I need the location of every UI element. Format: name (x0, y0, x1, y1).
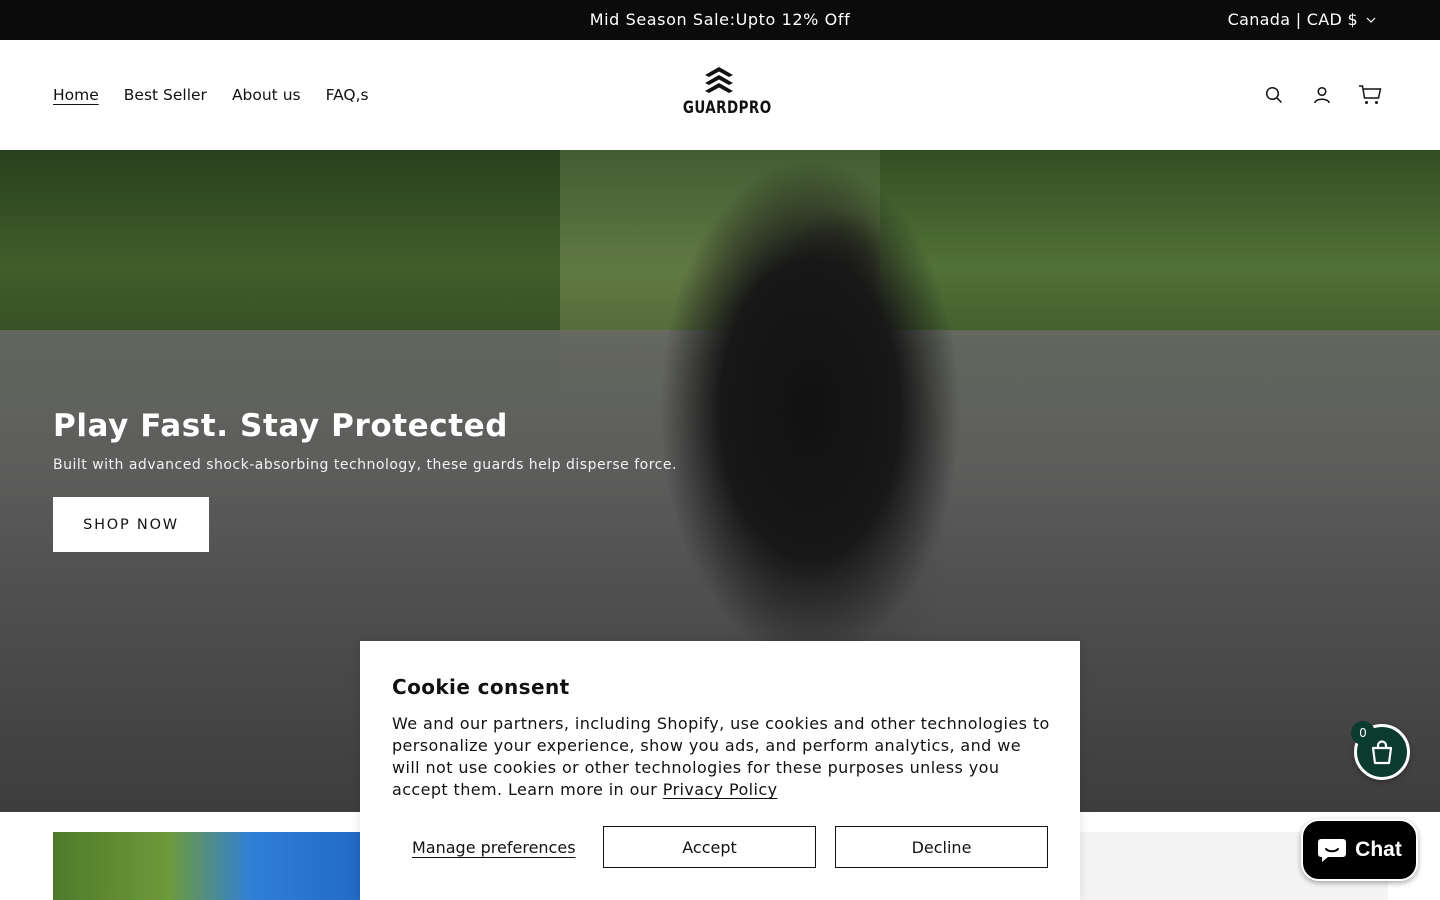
main-nav: Home Best Seller About us FAQ,s (53, 40, 369, 150)
cart-count-badge: 0 (1351, 721, 1375, 745)
manage-preferences-link[interactable]: Manage preferences (412, 827, 576, 869)
locale-label: Canada | CAD $ (1227, 10, 1358, 29)
nav-best-seller[interactable]: Best Seller (124, 86, 207, 104)
chevron-down-icon (1366, 17, 1376, 23)
announcement-message: Mid Season Sale:Upto 12% Off (589, 10, 851, 29)
chat-bubble-icon (1318, 839, 1347, 862)
cookie-body: We and our partners, including Shopify, … (392, 713, 1052, 801)
hero-title: Play Fast. Stay Protected (53, 408, 509, 444)
logo-mark-icon (705, 67, 733, 93)
header-actions (1262, 40, 1382, 150)
decline-button[interactable]: Decline (835, 826, 1048, 868)
shopping-bag-icon (1371, 740, 1393, 765)
privacy-policy-link[interactable]: Privacy Policy (663, 780, 778, 799)
chat-label: Chat (1355, 838, 1402, 861)
collection-card-image[interactable] (53, 832, 383, 900)
country-currency-selector[interactable]: Canada | CAD $ (1228, 0, 1376, 40)
account-icon[interactable] (1310, 83, 1334, 107)
announcement-bar: Mid Season Sale:Upto 12% Off Canada | CA… (0, 0, 1440, 40)
cookie-title: Cookie consent (392, 675, 570, 699)
nav-faqs[interactable]: FAQ,s (326, 86, 369, 104)
chat-button[interactable]: Chat (1301, 819, 1418, 881)
brand-logo[interactable]: GUARDPRO (678, 66, 772, 126)
nav-about-us[interactable]: About us (232, 86, 301, 104)
shop-now-button[interactable]: SHOP NOW (53, 497, 209, 552)
nav-home[interactable]: Home (53, 86, 99, 104)
brand-name: GUARDPRO (682, 98, 772, 118)
cart-icon[interactable] (1358, 83, 1382, 107)
cookie-consent-dialog: Cookie consent We and our partners, incl… (360, 641, 1080, 900)
search-icon[interactable] (1262, 83, 1286, 107)
floating-cart-button[interactable]: 0 (1351, 721, 1410, 780)
accept-button[interactable]: Accept (603, 826, 816, 868)
site-header: Home Best Seller About us FAQ,s GUARDPRO (0, 40, 1440, 150)
hero-subtitle: Built with advanced shock-absorbing tech… (53, 457, 677, 473)
